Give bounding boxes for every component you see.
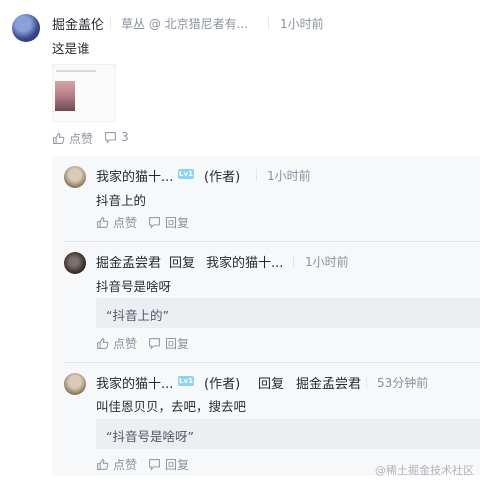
divider (293, 255, 294, 267)
author-tag: (作者) (204, 377, 241, 392)
like-button[interactable]: 点赞 (96, 335, 137, 352)
reply-label: 回复 (165, 458, 190, 472)
divider (366, 376, 367, 388)
image-photo (55, 81, 75, 111)
reply-content: 抖音上的 (96, 193, 147, 208)
reply-time: 1小时前 (267, 169, 311, 183)
comment-icon (149, 459, 160, 471)
like-label: 点赞 (113, 337, 138, 351)
reply-time: 1小时前 (305, 255, 349, 269)
reply-button[interactable]: 回复 (148, 335, 189, 352)
divider (268, 17, 269, 29)
thumb-up-icon (97, 338, 109, 349)
comment-icon (149, 217, 160, 229)
comment-position: 草丛 @ 北京猎尼者有... (121, 17, 249, 31)
divider (256, 169, 257, 181)
reply-author[interactable]: 我家的猫十... (96, 373, 173, 392)
reply-button[interactable]: 回复 (148, 456, 189, 473)
avatar[interactable] (12, 14, 40, 42)
image-caption-line (56, 70, 96, 72)
comment-time: 1小时前 (280, 17, 324, 31)
reply-author[interactable]: 掘金孟尝君 (96, 252, 161, 271)
reply-label: 回复 (165, 337, 190, 351)
thumb-up-icon (97, 459, 109, 470)
reply-label: 回复 (165, 216, 190, 230)
thumb-up-icon (97, 217, 109, 228)
like-label: 点赞 (113, 216, 138, 230)
like-button[interactable]: 点赞 (96, 456, 137, 473)
reply-time: 53分钟前 (377, 376, 429, 390)
reply-to-user[interactable]: 我家的猫十... (206, 252, 283, 271)
quoted-reply[interactable]: “抖音上的” (96, 298, 480, 328)
thumb-up-icon (53, 133, 65, 144)
comment-content: 这是谁 (52, 41, 90, 56)
reply-author[interactable]: 我家的猫十... (96, 166, 173, 185)
like-label: 点赞 (113, 458, 138, 472)
reply-count: 3 (121, 130, 129, 144)
comment-image[interactable] (52, 64, 116, 122)
reply-word: 回复 (169, 256, 196, 271)
divider (110, 17, 111, 29)
reply-content: 叫佳恩贝贝，去吧，搜去吧 (96, 399, 247, 414)
quoted-reply[interactable]: “抖音号是啥呀” (96, 419, 480, 449)
comment-icon (149, 338, 160, 350)
divider (64, 241, 480, 242)
comment-author[interactable]: 掘金盖伦 (52, 14, 104, 33)
like-button[interactable]: 点赞 (96, 214, 137, 231)
comment-icon (105, 131, 116, 144)
level-badge: Lv1 (178, 169, 194, 179)
author-tag: (作者) (204, 170, 241, 185)
reply-content: 抖音号是啥呀 (96, 279, 172, 294)
reply-to-user[interactable]: 掘金孟尝君 (296, 373, 361, 392)
like-label: 点赞 (69, 132, 94, 146)
avatar[interactable] (64, 252, 86, 274)
reply-word: 回复 (258, 377, 285, 392)
reply-button[interactable]: 回复 (148, 214, 189, 231)
reply-count-button[interactable]: 3 (104, 130, 129, 144)
watermark: @稀土掘金技术社区 (375, 464, 474, 477)
avatar[interactable] (64, 373, 86, 395)
like-button[interactable]: 点赞 (52, 130, 93, 147)
divider (64, 362, 480, 363)
avatar[interactable] (64, 166, 86, 188)
level-badge: Lv1 (178, 376, 194, 386)
